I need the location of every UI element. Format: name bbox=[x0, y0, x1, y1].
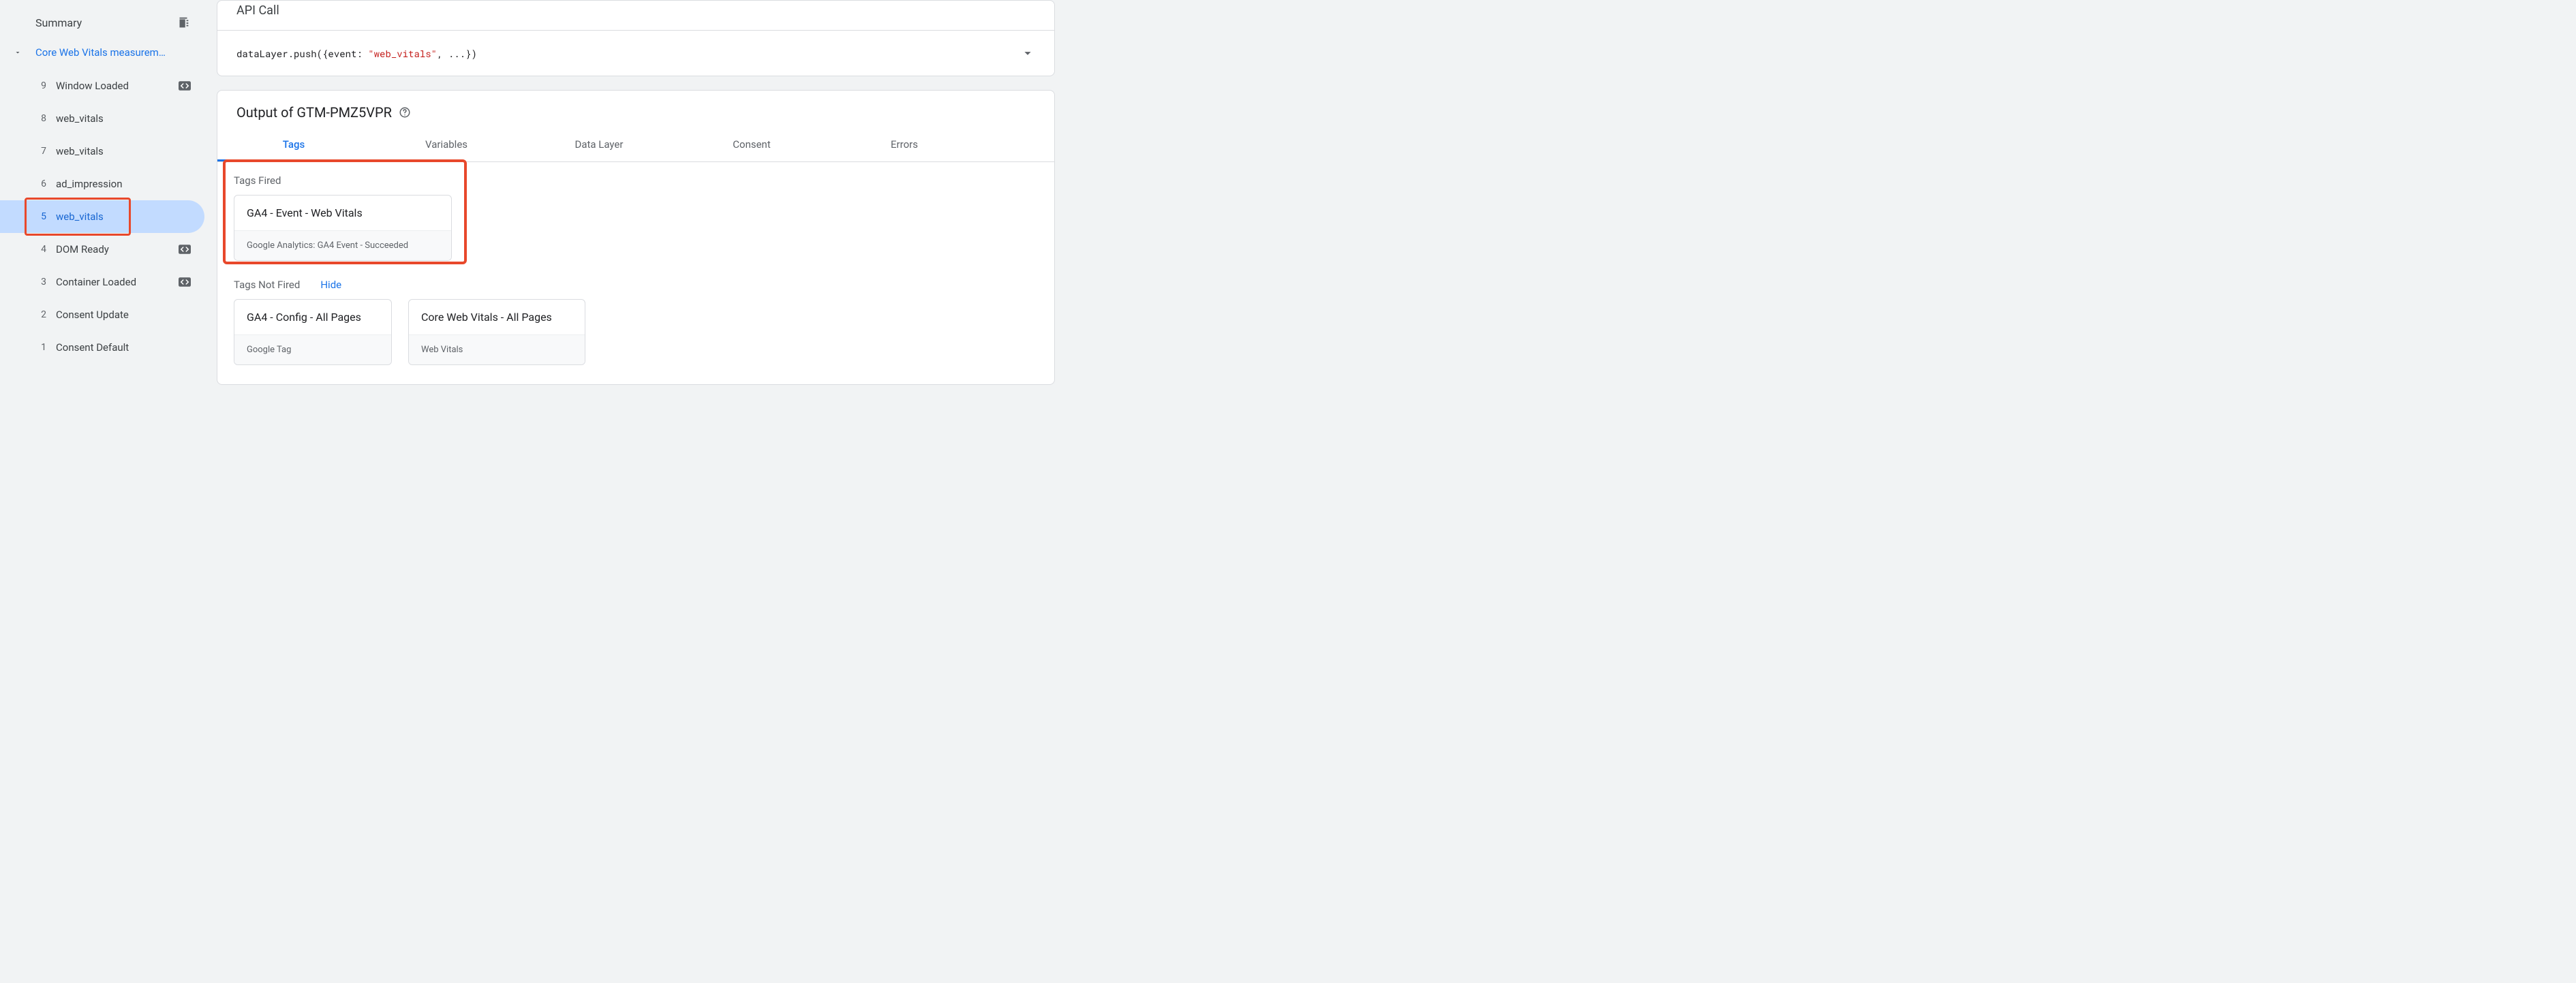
event-label: web_vitals bbox=[56, 112, 191, 125]
sidebar-group[interactable]: Core Web Vitals measurem… bbox=[0, 42, 204, 63]
chevron-down-icon bbox=[14, 48, 25, 57]
tab-errors[interactable]: Errors bbox=[828, 127, 981, 161]
tag-card-detail: Google Tag bbox=[234, 334, 391, 364]
event-label: Window Loaded bbox=[56, 80, 174, 92]
event-list: 9 Window Loaded 8 web_vitals 7 web_vital… bbox=[0, 63, 204, 364]
tags-not-fired-section: Tags Not Fired Hide GA4 - Config - All P… bbox=[217, 266, 1054, 371]
tag-card-detail: Web Vitals bbox=[409, 334, 585, 364]
sidebar: Summary Core Web Vitals measurem… 9 Wind… bbox=[0, 0, 204, 407]
tag-card[interactable]: Core Web Vitals - All Pages Web Vitals bbox=[408, 299, 585, 365]
event-item[interactable]: 6 ad_impression bbox=[0, 168, 204, 200]
output-tabs: Tags Variables Data Layer Consent Errors bbox=[217, 127, 1054, 162]
event-item[interactable]: 3 Container Loaded bbox=[0, 266, 204, 298]
summary-label: Summary bbox=[35, 16, 82, 29]
app-root: Summary Core Web Vitals measurem… 9 Wind… bbox=[0, 0, 1063, 407]
event-num: 1 bbox=[30, 342, 46, 353]
main: API Call dataLayer.push({event: "web_vit… bbox=[204, 0, 1063, 407]
summary-row[interactable]: Summary bbox=[0, 8, 204, 42]
annotation-highlight-box bbox=[223, 159, 467, 264]
event-num: 4 bbox=[30, 244, 46, 255]
tags-not-fired-title: Tags Not Fired bbox=[234, 279, 300, 291]
output-card: Output of GTM-PMZ5VPR Tags Variables Dat… bbox=[217, 90, 1055, 385]
event-num: 2 bbox=[30, 309, 46, 320]
tab-variables[interactable]: Variables bbox=[370, 127, 523, 161]
event-num: 9 bbox=[30, 80, 46, 91]
help-icon[interactable] bbox=[399, 106, 411, 119]
api-call-card: API Call dataLayer.push({event: "web_vit… bbox=[217, 0, 1055, 76]
event-num: 6 bbox=[30, 178, 46, 189]
event-label: Consent Default bbox=[56, 341, 191, 354]
code-string: "web_vitals" bbox=[368, 47, 437, 60]
tag-card-name: Core Web Vitals - All Pages bbox=[409, 300, 585, 334]
tags-not-fired-list: GA4 - Config - All Pages Google Tag Core… bbox=[234, 299, 1038, 365]
tab-data-layer[interactable]: Data Layer bbox=[523, 127, 675, 161]
clear-icon[interactable] bbox=[176, 15, 191, 30]
code-post: , ...}) bbox=[437, 47, 477, 60]
tag-card-name: GA4 - Config - All Pages bbox=[234, 300, 391, 334]
event-item[interactable]: 9 Window Loaded bbox=[0, 69, 204, 102]
tab-consent[interactable]: Consent bbox=[675, 127, 828, 161]
event-item[interactable]: 7 web_vitals bbox=[0, 135, 204, 168]
tab-tags[interactable]: Tags bbox=[217, 127, 370, 161]
output-title-row: Output of GTM-PMZ5VPR bbox=[217, 91, 1054, 127]
event-label: Consent Update bbox=[56, 309, 191, 321]
event-label: ad_impression bbox=[56, 178, 191, 190]
event-item[interactable]: 8 web_vitals bbox=[0, 102, 204, 135]
event-item[interactable]: 2 Consent Update bbox=[0, 298, 204, 331]
event-label: Container Loaded bbox=[56, 276, 174, 288]
tag-card[interactable]: GA4 - Config - All Pages Google Tag bbox=[234, 299, 392, 365]
api-call-code: dataLayer.push({event: "web_vitals", ...… bbox=[236, 47, 477, 60]
event-num: 8 bbox=[30, 113, 46, 124]
event-num: 7 bbox=[30, 146, 46, 157]
tags-fired-section: Tags Fired GA4 - Event - Web Vitals Goog… bbox=[217, 162, 1054, 266]
output-title: Output of GTM-PMZ5VPR bbox=[236, 104, 392, 121]
code-badge-icon bbox=[179, 81, 191, 91]
event-num: 3 bbox=[30, 277, 46, 287]
hide-link[interactable]: Hide bbox=[320, 279, 341, 291]
event-item[interactable]: 4 DOM Ready bbox=[0, 233, 204, 266]
event-item[interactable]: 1 Consent Default bbox=[0, 331, 204, 364]
code-badge-icon bbox=[179, 245, 191, 254]
code-pre: dataLayer.push({event: bbox=[236, 47, 368, 60]
selection-highlight-box bbox=[25, 198, 131, 236]
event-label: web_vitals bbox=[56, 145, 191, 157]
api-call-body[interactable]: dataLayer.push({event: "web_vitals", ...… bbox=[217, 31, 1054, 76]
selection-highlight-wrap: 5 web_vitals bbox=[0, 200, 204, 233]
code-badge-icon bbox=[179, 277, 191, 287]
sidebar-group-label: Core Web Vitals measurem… bbox=[35, 46, 166, 59]
chevron-down-icon[interactable] bbox=[1020, 46, 1035, 61]
api-call-title: API Call bbox=[217, 1, 1054, 31]
event-label: DOM Ready bbox=[56, 243, 174, 255]
